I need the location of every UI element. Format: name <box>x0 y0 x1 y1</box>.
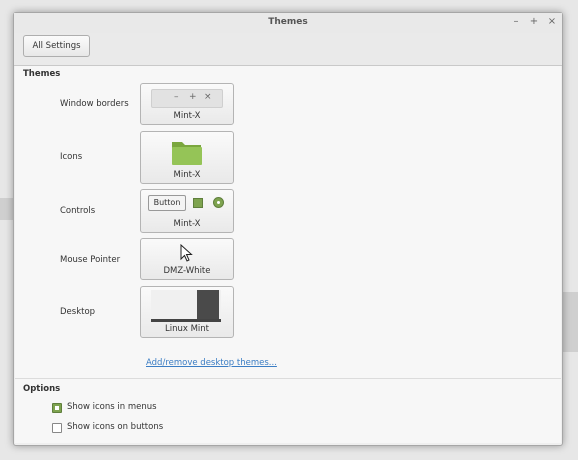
all-settings-button[interactable]: All Settings <box>23 35 90 57</box>
background-shape-right <box>561 292 578 352</box>
options-section-title: Options <box>23 384 61 394</box>
cursor-icon <box>180 244 193 262</box>
show-icons-in-menus-label[interactable]: Show icons in menus <box>67 402 157 412</box>
desktop-label: Desktop <box>60 307 96 317</box>
controls-theme-name: Mint-X <box>173 219 201 229</box>
maximize-button[interactable]: + <box>527 15 541 29</box>
preview-maximize-icon: + <box>189 92 197 102</box>
icons-label: Icons <box>60 152 83 162</box>
show-icons-on-buttons-label[interactable]: Show icons on buttons <box>67 422 163 432</box>
preview-minimize-icon: – <box>174 92 179 102</box>
preview-radio-icon <box>213 197 224 208</box>
background-shape-left <box>0 198 14 220</box>
close-button[interactable]: × <box>545 15 559 29</box>
desktop-theme-name: Linux Mint <box>164 324 210 334</box>
controls-label: Controls <box>60 206 96 216</box>
preview-close-icon: × <box>204 92 212 102</box>
icons-theme-button[interactable]: Mint-X <box>140 131 234 184</box>
show-icons-in-menus-checkbox[interactable] <box>52 403 62 413</box>
themes-section-title: Themes <box>23 69 61 79</box>
desktop-preview-taskbar <box>151 319 221 322</box>
preview-checkbox-icon <box>193 198 203 208</box>
desktop-preview-panel <box>197 290 219 320</box>
window-borders-label: Window borders <box>60 99 129 109</box>
icons-theme-name: Mint-X <box>173 170 201 180</box>
window-borders-theme-name: Mint-X <box>173 111 201 121</box>
preview-button: Button <box>148 195 186 211</box>
content-area: Themes Window borders – + × Mint-X Icons… <box>15 66 561 443</box>
toolbar: All Settings <box>14 33 562 66</box>
add-remove-desktop-themes-link[interactable]: Add/remove desktop themes... <box>146 358 277 368</box>
controls-theme-button[interactable]: Button Mint-X <box>140 189 234 233</box>
window-title: Themes <box>268 17 308 27</box>
mouse-pointer-label: Mouse Pointer <box>60 255 121 265</box>
show-icons-on-buttons-checkbox[interactable] <box>52 423 62 433</box>
title-bar[interactable]: Themes – + × <box>14 13 562 33</box>
folder-icon <box>172 142 202 165</box>
desktop-preview <box>151 290 221 322</box>
window-borders-theme-button[interactable]: – + × Mint-X <box>140 83 234 125</box>
minimize-button[interactable]: – <box>509 15 523 29</box>
themes-window: Themes – + × All Settings Themes Window … <box>13 12 563 446</box>
mouse-pointer-theme-name: DMZ-White <box>163 266 211 276</box>
desktop-theme-button[interactable]: Linux Mint <box>140 286 234 338</box>
section-divider <box>15 378 561 379</box>
window-controls-preview: – + × <box>151 89 223 108</box>
mouse-pointer-theme-button[interactable]: DMZ-White <box>140 238 234 280</box>
